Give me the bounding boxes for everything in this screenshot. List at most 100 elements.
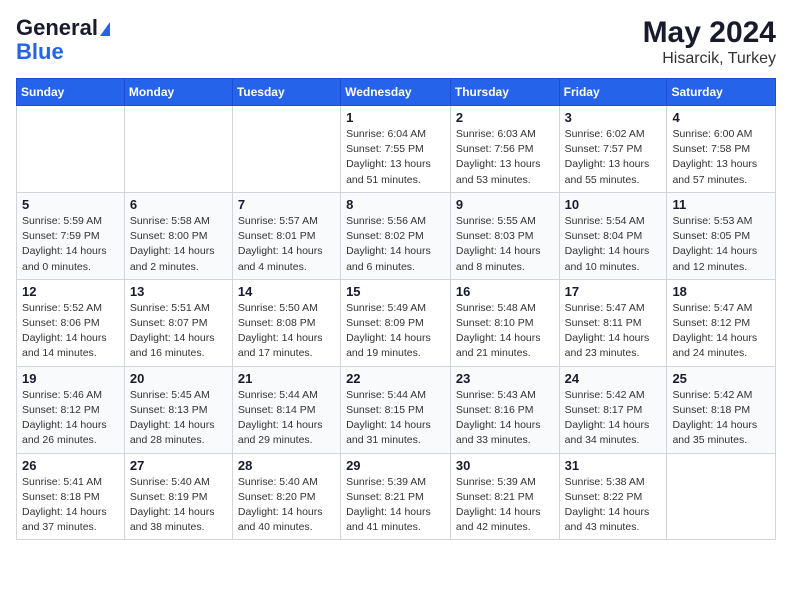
day-number: 11	[672, 197, 770, 212]
col-header-sunday: Sunday	[17, 79, 125, 106]
calendar-cell: 18 Sunrise: 5:47 AMSunset: 8:12 PMDayligh…	[667, 279, 776, 366]
day-info: Sunrise: 5:42 AMSunset: 8:17 PMDaylight:…	[565, 388, 662, 449]
day-number: 19	[22, 371, 119, 386]
day-info: Sunrise: 5:54 AMSunset: 8:04 PMDaylight:…	[565, 214, 662, 275]
calendar-cell: 23 Sunrise: 5:43 AMSunset: 8:16 PMDayligh…	[450, 366, 559, 453]
col-header-tuesday: Tuesday	[232, 79, 340, 106]
day-info: Sunrise: 6:04 AMSunset: 7:55 PMDaylight:…	[346, 127, 445, 188]
day-info: Sunrise: 5:47 AMSunset: 8:12 PMDaylight:…	[672, 301, 770, 362]
calendar-cell: 1 Sunrise: 6:04 AMSunset: 7:55 PMDaylight…	[341, 106, 451, 193]
day-number: 6	[130, 197, 227, 212]
day-info: Sunrise: 5:49 AMSunset: 8:09 PMDaylight:…	[346, 301, 445, 362]
day-info: Sunrise: 5:55 AMSunset: 8:03 PMDaylight:…	[456, 214, 554, 275]
day-number: 23	[456, 371, 554, 386]
day-number: 13	[130, 284, 227, 299]
calendar-cell	[124, 106, 232, 193]
calendar-cell: 12Sunrise: 5:52 AMSunset: 8:06 PMDayligh…	[17, 279, 125, 366]
day-info: Sunrise: 6:03 AMSunset: 7:56 PMDaylight:…	[456, 127, 554, 188]
day-number: 18	[672, 284, 770, 299]
calendar-cell	[667, 453, 776, 540]
day-info: Sunrise: 5:48 AMSunset: 8:10 PMDaylight:…	[456, 301, 554, 362]
calendar-cell: 16 Sunrise: 5:48 AMSunset: 8:10 PMDayligh…	[450, 279, 559, 366]
day-number: 28	[238, 458, 335, 473]
day-number: 25	[672, 371, 770, 386]
day-number: 8	[346, 197, 445, 212]
day-info: Sunrise: 6:02 AMSunset: 7:57 PMDaylight:…	[565, 127, 662, 188]
calendar-cell: 6 Sunrise: 5:58 AMSunset: 8:00 PMDaylight…	[124, 192, 232, 279]
day-info: Sunrise: 5:52 AMSunset: 8:06 PMDaylight:…	[22, 301, 119, 362]
day-number: 31	[565, 458, 662, 473]
day-info: Sunrise: 5:51 AMSunset: 8:07 PMDaylight:…	[130, 301, 227, 362]
calendar-cell: 17 Sunrise: 5:47 AMSunset: 8:11 PMDayligh…	[559, 279, 667, 366]
col-header-saturday: Saturday	[667, 79, 776, 106]
calendar-cell: 20Sunrise: 5:45 AMSunset: 8:13 PMDayligh…	[124, 366, 232, 453]
calendar-cell	[232, 106, 340, 193]
day-number: 26	[22, 458, 119, 473]
day-number: 15	[346, 284, 445, 299]
day-number: 30	[456, 458, 554, 473]
day-info: Sunrise: 5:38 AMSunset: 8:22 PMDaylight:…	[565, 475, 662, 536]
calendar-cell: 7 Sunrise: 5:57 AMSunset: 8:01 PMDaylight…	[232, 192, 340, 279]
month-year-title: May 2024	[643, 16, 776, 50]
calendar-cell: 3 Sunrise: 6:02 AMSunset: 7:57 PMDaylight…	[559, 106, 667, 193]
day-number: 24	[565, 371, 662, 386]
day-info: Sunrise: 5:57 AMSunset: 8:01 PMDaylight:…	[238, 214, 335, 275]
day-info: Sunrise: 5:41 AMSunset: 8:18 PMDaylight:…	[22, 475, 119, 536]
logo-text-general: General	[16, 16, 110, 40]
calendar-header-row: SundayMondayTuesdayWednesdayThursdayFrid…	[17, 79, 776, 106]
col-header-wednesday: Wednesday	[341, 79, 451, 106]
day-number: 27	[130, 458, 227, 473]
day-number: 14	[238, 284, 335, 299]
calendar-cell: 13 Sunrise: 5:51 AMSunset: 8:07 PMDayligh…	[124, 279, 232, 366]
calendar-week-row: 1 Sunrise: 6:04 AMSunset: 7:55 PMDaylight…	[17, 106, 776, 193]
calendar-cell: 21Sunrise: 5:44 AMSunset: 8:14 PMDayligh…	[232, 366, 340, 453]
calendar-cell: 19Sunrise: 5:46 AMSunset: 8:12 PMDayligh…	[17, 366, 125, 453]
calendar-cell: 25 Sunrise: 5:42 AMSunset: 8:18 PMDayligh…	[667, 366, 776, 453]
day-number: 9	[456, 197, 554, 212]
logo: General Blue	[16, 16, 110, 64]
location-title: Hisarcik, Turkey	[643, 50, 776, 68]
calendar-cell	[17, 106, 125, 193]
day-number: 3	[565, 110, 662, 125]
calendar-cell: 28 Sunrise: 5:40 AMSunset: 8:20 PMDayligh…	[232, 453, 340, 540]
calendar-cell: 4Sunrise: 6:00 AMSunset: 7:58 PMDaylight…	[667, 106, 776, 193]
day-info: Sunrise: 5:53 AMSunset: 8:05 PMDaylight:…	[672, 214, 770, 275]
day-number: 1	[346, 110, 445, 125]
day-info: Sunrise: 5:42 AMSunset: 8:18 PMDaylight:…	[672, 388, 770, 449]
calendar-cell: 9 Sunrise: 5:55 AMSunset: 8:03 PMDaylight…	[450, 192, 559, 279]
day-info: Sunrise: 5:47 AMSunset: 8:11 PMDaylight:…	[565, 301, 662, 362]
calendar-cell: 11 Sunrise: 5:53 AMSunset: 8:05 PMDayligh…	[667, 192, 776, 279]
day-info: Sunrise: 5:39 AMSunset: 8:21 PMDaylight:…	[346, 475, 445, 536]
day-info: Sunrise: 5:39 AMSunset: 8:21 PMDaylight:…	[456, 475, 554, 536]
day-info: Sunrise: 5:56 AMSunset: 8:02 PMDaylight:…	[346, 214, 445, 275]
calendar-cell: 24 Sunrise: 5:42 AMSunset: 8:17 PMDayligh…	[559, 366, 667, 453]
day-info: Sunrise: 5:50 AMSunset: 8:08 PMDaylight:…	[238, 301, 335, 362]
day-number: 17	[565, 284, 662, 299]
calendar-table: SundayMondayTuesdayWednesdayThursdayFrid…	[16, 78, 776, 540]
calendar-week-row: 5Sunrise: 5:59 AMSunset: 7:59 PMDaylight…	[17, 192, 776, 279]
day-number: 21	[238, 371, 335, 386]
day-info: Sunrise: 5:59 AMSunset: 7:59 PMDaylight:…	[22, 214, 119, 275]
day-info: Sunrise: 5:40 AMSunset: 8:19 PMDaylight:…	[130, 475, 227, 536]
col-header-friday: Friday	[559, 79, 667, 106]
day-number: 2	[456, 110, 554, 125]
calendar-cell: 5Sunrise: 5:59 AMSunset: 7:59 PMDaylight…	[17, 192, 125, 279]
calendar-cell: 8 Sunrise: 5:56 AMSunset: 8:02 PMDaylight…	[341, 192, 451, 279]
day-number: 10	[565, 197, 662, 212]
calendar-week-row: 19Sunrise: 5:46 AMSunset: 8:12 PMDayligh…	[17, 366, 776, 453]
day-info: Sunrise: 6:00 AMSunset: 7:58 PMDaylight:…	[672, 127, 770, 188]
calendar-week-row: 26 Sunrise: 5:41 AMSunset: 8:18 PMDayligh…	[17, 453, 776, 540]
calendar-cell: 29 Sunrise: 5:39 AMSunset: 8:21 PMDayligh…	[341, 453, 451, 540]
day-info: Sunrise: 5:40 AMSunset: 8:20 PMDaylight:…	[238, 475, 335, 536]
calendar-cell: 2 Sunrise: 6:03 AMSunset: 7:56 PMDaylight…	[450, 106, 559, 193]
title-block: May 2024 Hisarcik, Turkey	[643, 16, 776, 68]
calendar-cell: 27 Sunrise: 5:40 AMSunset: 8:19 PMDayligh…	[124, 453, 232, 540]
day-number: 16	[456, 284, 554, 299]
calendar-cell: 22Sunrise: 5:44 AMSunset: 8:15 PMDayligh…	[341, 366, 451, 453]
day-number: 29	[346, 458, 445, 473]
page-header: General Blue May 2024 Hisarcik, Turkey	[16, 16, 776, 68]
day-info: Sunrise: 5:58 AMSunset: 8:00 PMDaylight:…	[130, 214, 227, 275]
day-number: 7	[238, 197, 335, 212]
day-info: Sunrise: 5:43 AMSunset: 8:16 PMDaylight:…	[456, 388, 554, 449]
day-number: 22	[346, 371, 445, 386]
